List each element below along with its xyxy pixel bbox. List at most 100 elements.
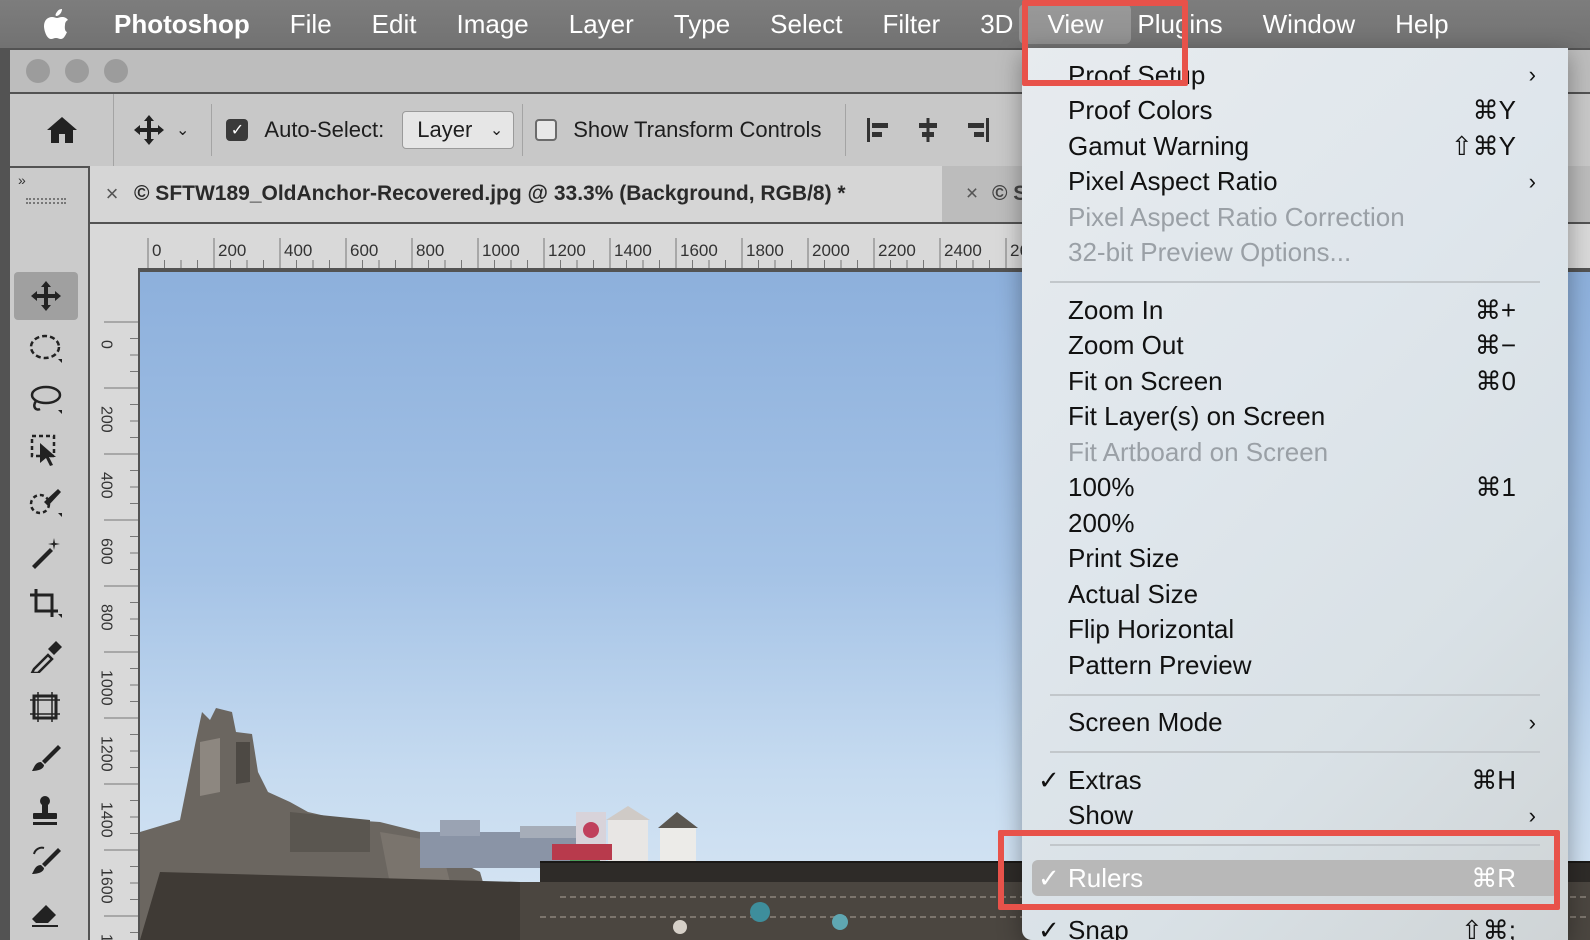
ruler-tick-label: 1000 — [482, 241, 520, 260]
menu-item-shortcut: ⌘Y — [1472, 95, 1516, 125]
align-right-button[interactable] — [954, 116, 1002, 144]
ruler-tick-label: 0 — [98, 340, 115, 349]
apple-icon — [44, 9, 68, 39]
apple-menu[interactable] — [0, 0, 112, 48]
ruler-tick-label: 400 — [98, 472, 115, 499]
menu-item-label: Pixel Aspect Ratio — [1068, 166, 1278, 196]
menu-item-label: Fit Layer(s) on Screen — [1068, 401, 1326, 431]
view-menu-item-show[interactable]: Show › — [1022, 799, 1568, 833]
lasso-tool[interactable] — [14, 375, 78, 423]
view-menu-item-print-size[interactable]: Print Size — [1022, 542, 1568, 576]
ruler-tick-label: 800 — [416, 241, 444, 260]
move-tool-preset-button[interactable]: ⌄ — [114, 113, 203, 147]
divider — [845, 104, 847, 156]
auto-select-dropdown[interactable]: Layer ⌄ — [402, 111, 515, 149]
show-transform-controls-checkbox[interactable] — [535, 119, 558, 141]
view-menu-item-extras[interactable]: ✓ Extras ⌘H — [1022, 763, 1568, 797]
collapse-panel-button[interactable]: » — [18, 172, 26, 188]
move-tool-icon — [31, 281, 61, 311]
menu-item-label: Fit Artboard on Screen — [1068, 436, 1329, 467]
align-center-button[interactable] — [902, 116, 954, 144]
view-menu-item-actual-size[interactable]: Actual Size — [1022, 577, 1568, 611]
eyedropper-icon — [30, 641, 62, 673]
menu-file[interactable]: File — [270, 0, 352, 48]
clone-stamp-tool[interactable] — [14, 786, 78, 834]
clone-stamp-icon — [33, 796, 57, 825]
view-menu-item-gamut-warning[interactable]: Gamut Warning ⇧⌘Y — [1022, 129, 1568, 163]
menu-item-label: Flip Horizontal — [1068, 614, 1235, 644]
frame-tool[interactable] — [14, 683, 78, 731]
crop-icon — [30, 589, 62, 618]
menu-item-shortcut: ⌘0 — [1475, 365, 1516, 396]
menu-item-label: Fit on Screen — [1068, 365, 1223, 396]
document-tab-active[interactable]: × © SFTW189_OldAnchor-Recovered.jpg @ 33… — [90, 166, 942, 222]
history-brush-tool[interactable] — [14, 837, 78, 885]
move-tool[interactable] — [14, 272, 78, 320]
view-menu-item-zoom-out[interactable]: Zoom Out ⌘− — [1022, 329, 1568, 363]
object-selection-tool[interactable] — [14, 426, 78, 474]
ruler-tick-label: 1600 — [98, 868, 115, 904]
menu-item-label: 200% — [1068, 507, 1135, 538]
minimize-window-button[interactable] — [65, 59, 89, 83]
menu-help[interactable]: Help — [1375, 0, 1468, 48]
menu-filter[interactable]: Filter — [862, 0, 960, 48]
auto-select-checkbox[interactable]: ✓ — [226, 119, 249, 141]
view-menu-item-fit-on-screen[interactable]: Fit on Screen ⌘0 — [1022, 364, 1568, 398]
menu-3d[interactable]: 3D — [960, 0, 1019, 48]
view-menu-item-32-bit-preview-options: 32-bit Preview Options... — [1022, 236, 1568, 270]
history-brush-icon — [32, 846, 61, 874]
menu-edit[interactable]: Edit — [352, 0, 437, 48]
menu-window[interactable]: Window — [1243, 0, 1375, 48]
magic-wand-icon — [32, 538, 60, 569]
view-menu-item-snap[interactable]: ✓ Snap ⇧⌘; — [1022, 914, 1568, 940]
view-menu-item-proof-colors[interactable]: Proof Colors ⌘Y — [1022, 94, 1568, 128]
eraser-icon — [32, 905, 58, 927]
menu-item-label: Pixel Aspect Ratio Correction — [1068, 201, 1405, 232]
ruler-tick-label: 1400 — [98, 802, 115, 838]
zoom-window-button[interactable] — [104, 59, 128, 83]
align-right-icon — [968, 118, 990, 142]
eyedropper-tool[interactable] — [14, 632, 78, 680]
quick-selection-tool[interactable] — [14, 478, 78, 526]
menu-item-shortcut: ⌘− — [1474, 330, 1516, 360]
crop-tool[interactable] — [14, 580, 78, 628]
submenu-chevron-icon: › — [1528, 168, 1536, 194]
marquee-tool[interactable] — [14, 324, 78, 372]
panel-grip[interactable] — [26, 198, 66, 204]
menu-select[interactable]: Select — [750, 0, 862, 48]
submenu-chevron-icon: › — [1528, 802, 1536, 828]
close-tab-button[interactable]: × — [90, 181, 134, 207]
view-menu-item-fit-layer-s-on-screen[interactable]: Fit Layer(s) on Screen — [1022, 400, 1568, 434]
show-transform-controls-label: Show Transform Controls — [573, 117, 822, 142]
highlight-rulers-item — [998, 830, 1560, 910]
close-window-button[interactable] — [26, 59, 50, 83]
frame-icon — [30, 692, 60, 722]
magic-wand-tool[interactable] — [14, 529, 78, 577]
view-menu-item-flip-horizontal[interactable]: Flip Horizontal — [1022, 613, 1568, 647]
view-menu-item-pattern-preview[interactable]: Pattern Preview — [1022, 648, 1568, 682]
menu-type[interactable]: Type — [654, 0, 750, 48]
view-menu-item-pixel-aspect-ratio[interactable]: Pixel Aspect Ratio › — [1022, 165, 1568, 199]
menu-item-shortcut: ⇧⌘Y — [1450, 130, 1516, 161]
view-menu-item-100[interactable]: 100% ⌘1 — [1022, 471, 1568, 505]
ruler-tick-label: 1800 — [746, 241, 784, 260]
ruler-origin[interactable] — [90, 224, 138, 268]
view-menu-item-200[interactable]: 200% — [1022, 506, 1568, 540]
move-icon — [134, 115, 164, 145]
brush-tool[interactable] — [14, 734, 78, 782]
align-left-icon — [867, 118, 889, 142]
submenu-chevron-icon: › — [1528, 62, 1536, 87]
view-menu-item-screen-mode[interactable]: Screen Mode › — [1022, 706, 1568, 740]
close-tab-button[interactable]: × — [952, 182, 992, 206]
view-menu-item-zoom-in[interactable]: Zoom In ⌘+ — [1022, 293, 1568, 327]
menu-item-label: 32-bit Preview Options... — [1068, 237, 1352, 267]
menu-photoshop[interactable]: Photoshop — [112, 0, 270, 48]
ruler-tick-label: 1200 — [98, 736, 115, 772]
menu-layer[interactable]: Layer — [549, 0, 654, 48]
vertical-ruler[interactable]: 0 200 400 600 800 1000 1200 1400 1600 1800 — [90, 268, 138, 940]
home-button[interactable] — [10, 94, 114, 166]
menu-image[interactable]: Image — [436, 0, 548, 48]
view-menu-item-pixel-aspect-ratio-correction: Pixel Aspect Ratio Correction — [1022, 200, 1568, 234]
align-left-button[interactable] — [854, 116, 902, 144]
eraser-tool[interactable] — [14, 888, 78, 936]
